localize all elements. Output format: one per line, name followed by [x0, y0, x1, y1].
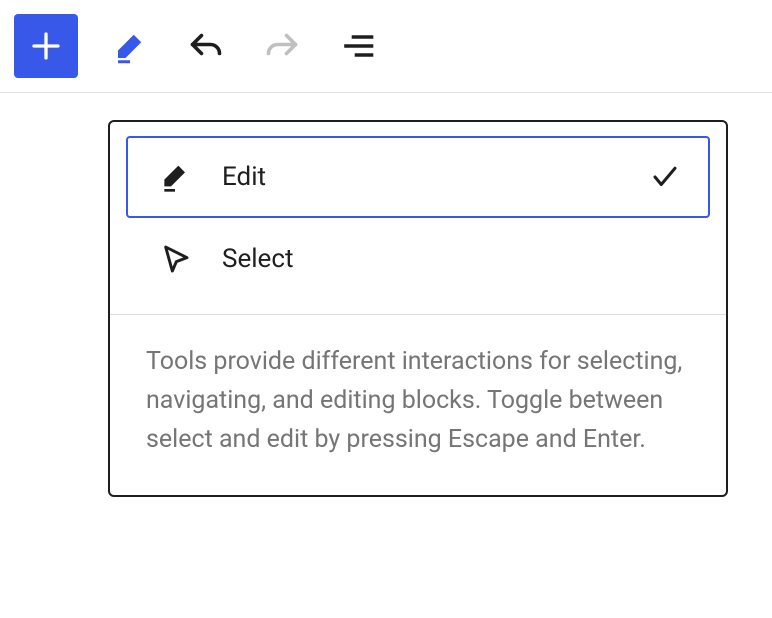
tools-dropdown: Edit Select Tools provide different inte…	[108, 120, 728, 497]
cursor-icon	[158, 243, 192, 275]
details-icon	[340, 28, 376, 64]
menu-item-edit[interactable]: Edit	[126, 136, 710, 218]
redo-button[interactable]	[258, 22, 306, 70]
tools-button[interactable]	[106, 22, 154, 70]
menu-item-label: Select	[222, 244, 620, 274]
editor-toolbar	[0, 0, 772, 92]
edit-pencil-icon	[158, 161, 192, 193]
tools-menu: Edit Select	[110, 136, 726, 314]
document-overview-button[interactable]	[334, 22, 382, 70]
toolbar-divider	[0, 92, 772, 93]
menu-item-label: Edit	[222, 162, 620, 192]
menu-item-select[interactable]: Select	[126, 218, 710, 300]
check-icon	[650, 162, 680, 192]
plus-icon	[28, 28, 64, 64]
tools-help-text: Tools provide different interactions for…	[110, 315, 726, 495]
undo-button[interactable]	[182, 22, 230, 70]
redo-icon	[264, 28, 300, 64]
undo-icon	[188, 28, 224, 64]
edit-pencil-icon	[112, 28, 148, 64]
add-block-button[interactable]	[14, 14, 78, 78]
